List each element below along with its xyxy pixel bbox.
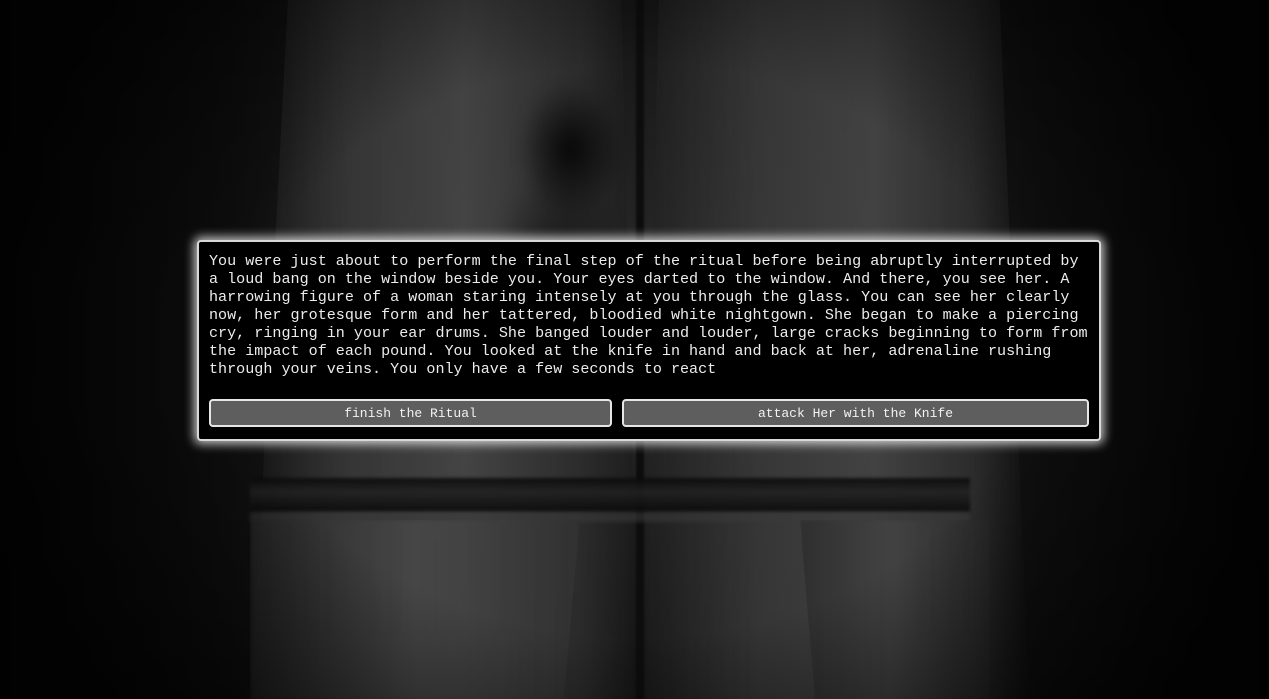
story-text: You were just about to perform the final… — [209, 252, 1088, 378]
attack-with-knife-button[interactable]: attack Her with the Knife — [622, 399, 1089, 427]
choice-list: finish the Ritual attack Her with the Kn… — [209, 399, 1089, 427]
story-dialog: You were just about to perform the final… — [197, 240, 1101, 441]
finish-ritual-button[interactable]: finish the Ritual — [209, 399, 612, 427]
